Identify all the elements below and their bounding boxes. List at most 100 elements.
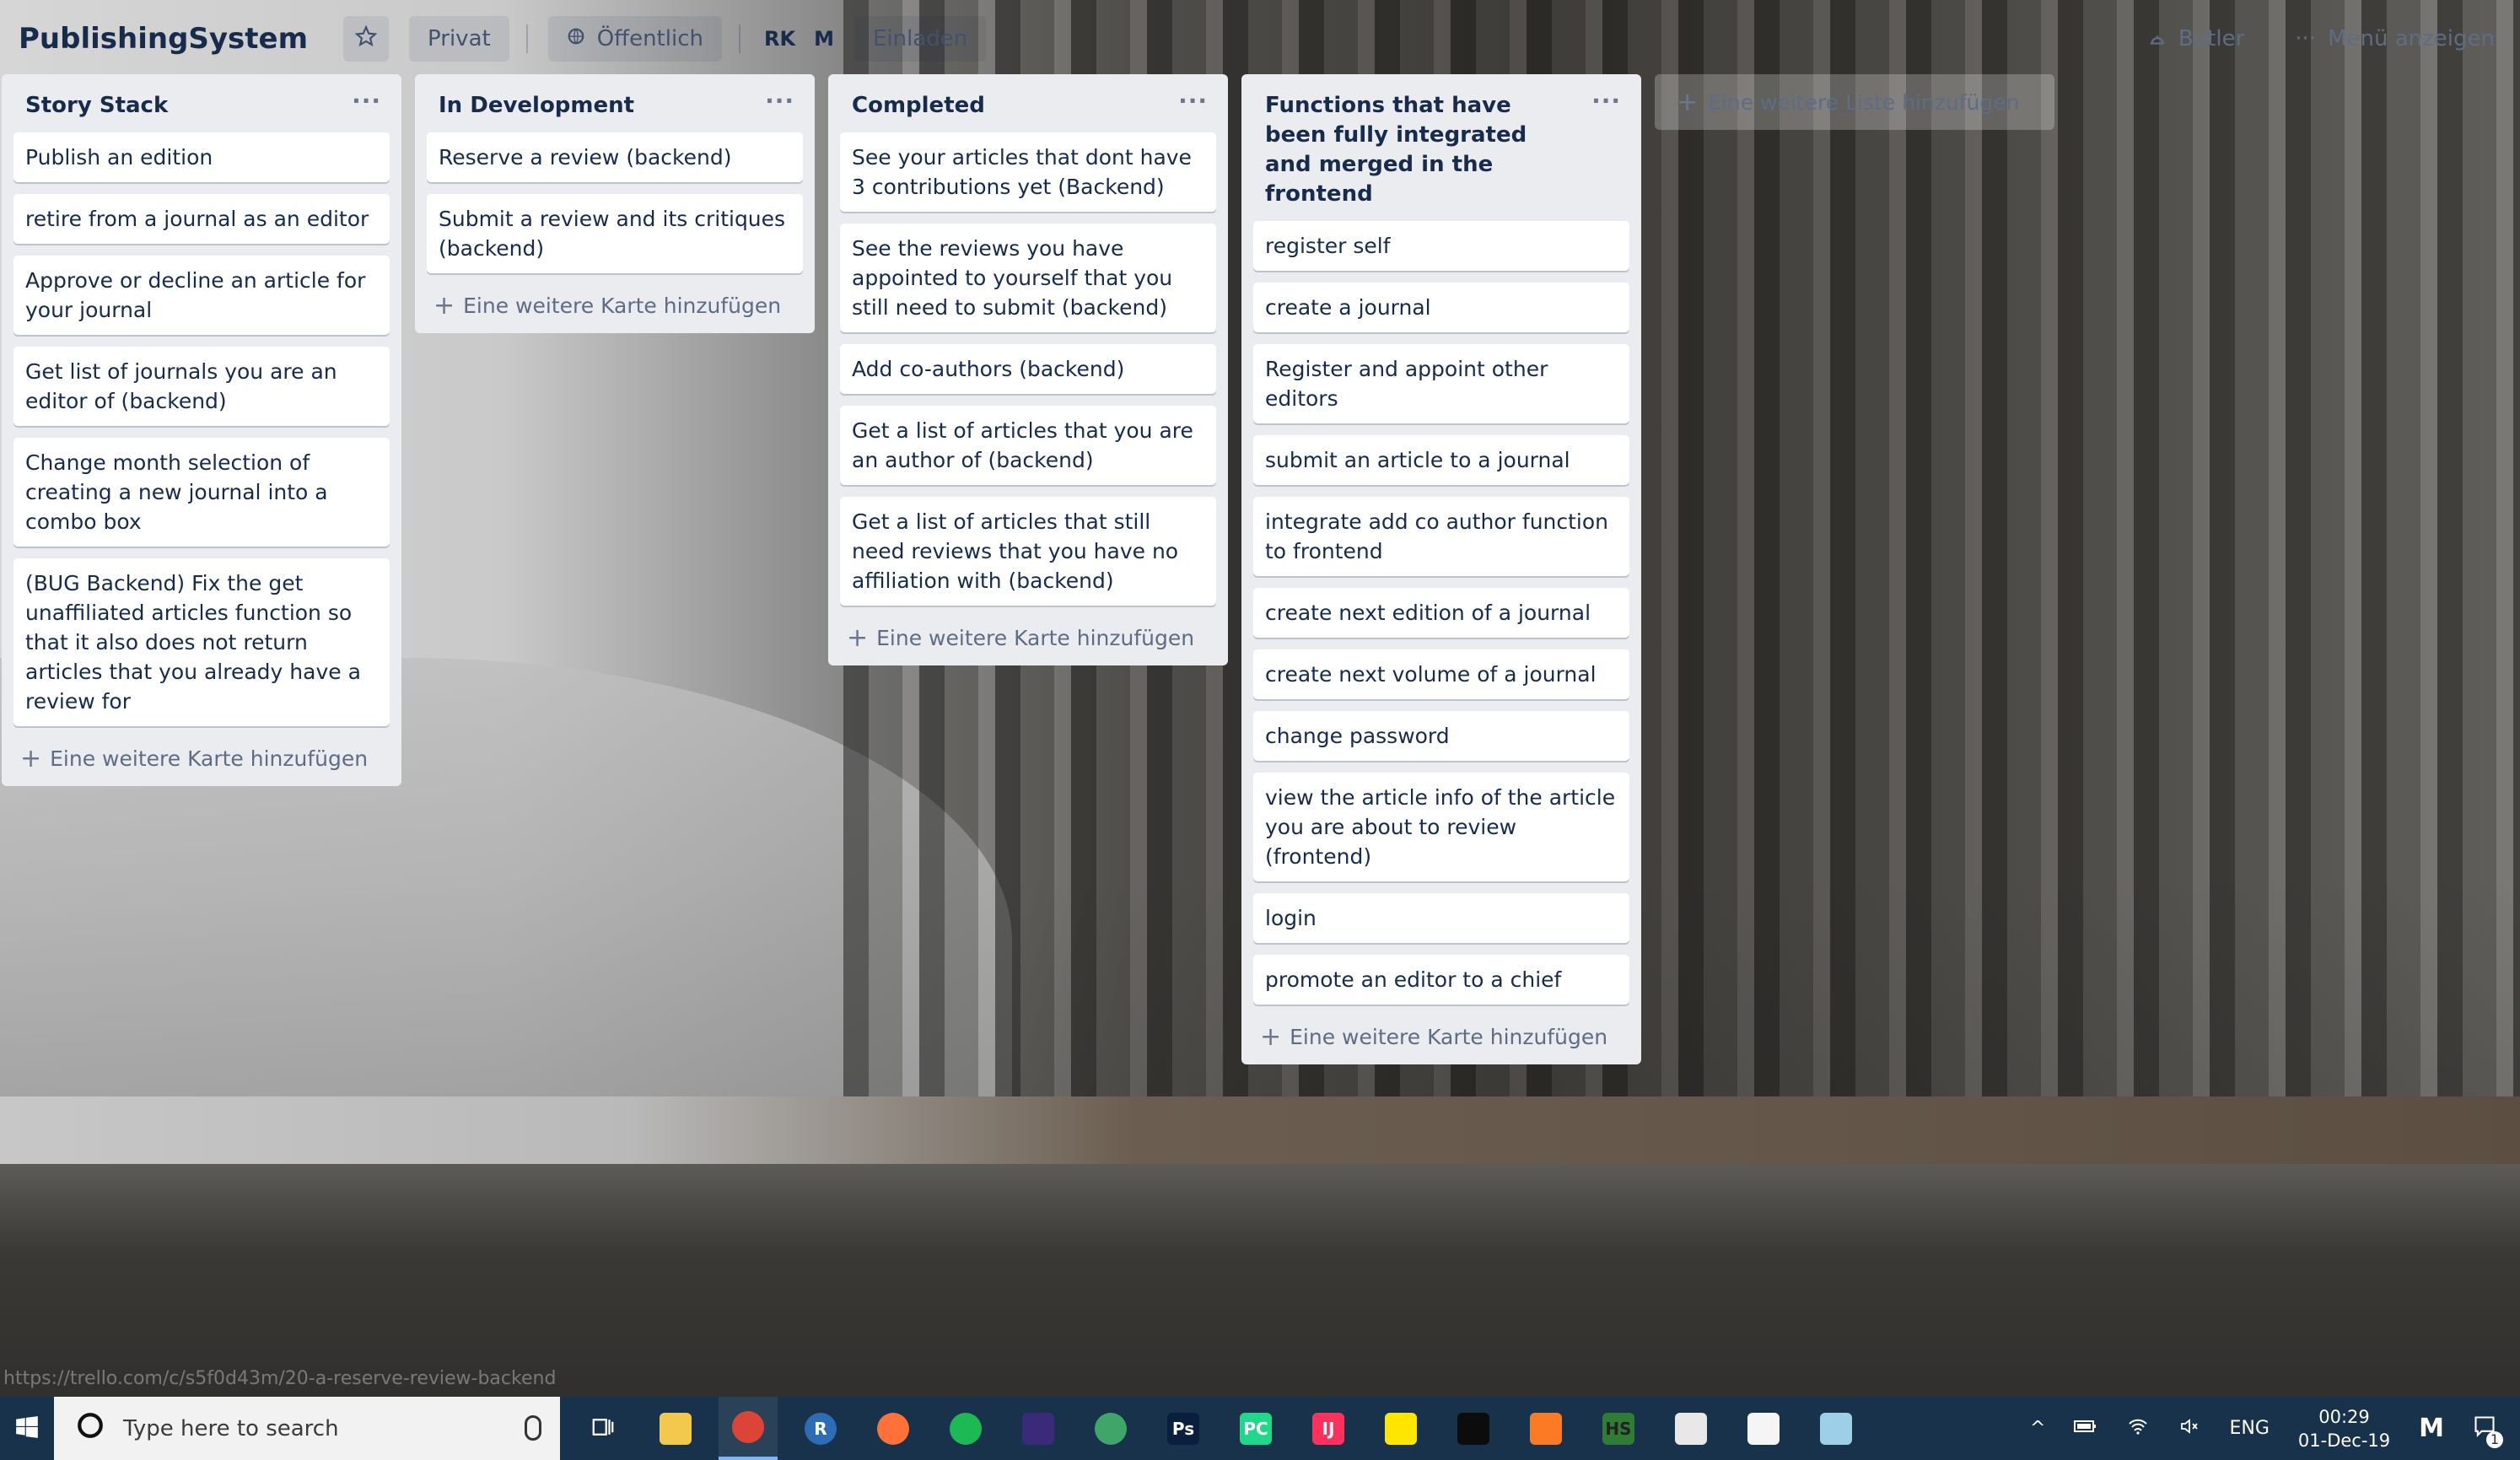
card[interactable]: Approve or decline an article for your j… [13,256,390,335]
task-view-button[interactable] [573,1397,633,1460]
header-divider [525,24,528,53]
add-card-button[interactable]: + Eine weitere Karte hinzufügen [13,738,390,774]
chevron-up-icon[interactable]: ^ [2030,1418,2045,1439]
clock-time: 00:29 [2318,1406,2370,1427]
card[interactable]: Get a list of articles that you are an a… [840,406,1216,485]
notifications-button[interactable]: 1 [2473,1414,2503,1448]
header-divider [738,24,740,53]
card[interactable]: Get a list of articles that still need r… [840,497,1216,606]
invite-button[interactable]: Einladen [853,16,987,62]
clock-date: 01-Dec-19 [2297,1430,2391,1451]
card[interactable]: Submit a review and its critiques (backe… [427,194,803,273]
add-card-button[interactable]: + Eine weitere Karte hinzufügen [427,285,803,321]
butler-button[interactable]: Butler [2148,26,2244,51]
add-list-label: Eine weitere Liste hinzufügen [1708,89,2020,115]
taskbar: Type here to search R Ps PC IJ HS ^ ENG 00:2… [0,1397,2520,1460]
plus-icon: + [1260,1022,1282,1052]
taskbar-app-m-icon[interactable]: M [2419,1414,2444,1443]
background-shore [0,1096,2520,1172]
taskbar-app-button[interactable] [1371,1397,1430,1460]
visibility-public-button[interactable]: Öffentlich [547,16,722,62]
taskbar-app-button[interactable] [1661,1397,1720,1460]
card[interactable]: integrate add co author function to fron… [1253,497,1629,576]
add-list-button[interactable]: + Eine weitere Liste hinzufügen [1655,74,2054,130]
show-menu-label: Menü anzeigen [2328,26,2495,51]
search-placeholder: Type here to search [123,1415,339,1441]
list-title[interactable]: Completed ··· [840,74,1216,132]
list-menu-icon[interactable]: ··· [352,86,381,116]
taskbar-app-button[interactable] [719,1397,778,1460]
wifi-icon[interactable] [2126,1416,2150,1441]
card[interactable]: create next edition of a journal [1253,588,1629,638]
task-view-icon [590,1414,616,1443]
card[interactable]: Publish an edition [13,132,390,182]
list-title-text: In Development [439,93,635,118]
board-header: PublishingSystem Privat Öffentlich RK M … [0,0,2520,78]
card[interactable]: Reserve a review (backend) [427,132,803,182]
list-menu-icon[interactable]: ··· [1178,86,1208,116]
list-completed: Completed ··· See your articles that don… [828,74,1228,665]
list-title[interactable]: Story Stack ··· [13,74,390,132]
add-card-button[interactable]: + Eine weitere Karte hinzufügen [840,617,1216,654]
card[interactable]: create next volume of a journal [1253,649,1629,699]
globe-icon [567,26,585,51]
taskbar-app-button[interactable] [864,1397,923,1460]
start-button[interactable] [0,1397,54,1460]
volume-muted-icon[interactable] [2178,1416,2200,1441]
member-avatars: RK M [764,27,834,51]
taskbar-app-button[interactable] [1516,1397,1575,1460]
taskbar-app-button[interactable] [1444,1397,1503,1460]
taskbar-app-button[interactable] [646,1397,705,1460]
show-menu-button[interactable]: ··· Menü anzeigen [2295,26,2495,51]
taskbar-app-button[interactable] [936,1397,995,1460]
app-window-icon [1820,1412,1852,1445]
card[interactable]: create a journal [1253,283,1629,332]
card[interactable]: Get list of journals you are an editor o… [13,347,390,426]
avatar[interactable]: RK [764,27,795,51]
visibility-private-button[interactable]: Privat [409,16,509,62]
taskbar-app-button[interactable]: PC [1226,1397,1285,1460]
taskbar-app-button[interactable]: IJ [1299,1397,1358,1460]
taskbar-app-button[interactable] [1009,1397,1068,1460]
card[interactable]: Register and appoint other editors [1253,344,1629,423]
card[interactable]: change password [1253,711,1629,761]
list-title[interactable]: Functions that have been fully integrate… [1253,74,1629,221]
card[interactable]: (BUG Backend) Fix the get unaffiliated a… [13,558,390,726]
star-icon [354,24,378,53]
card[interactable]: retire from a journal as an editor [13,194,390,244]
taskbar-app-button[interactable] [1807,1397,1866,1460]
card[interactable]: view the article info of the article you… [1253,773,1629,881]
microphone-icon[interactable] [525,1415,541,1441]
list-menu-icon[interactable]: ··· [1591,86,1621,116]
board-title[interactable]: PublishingSystem [19,22,308,56]
card[interactable]: login [1253,893,1629,943]
card[interactable]: submit an article to a journal [1253,435,1629,485]
list-menu-icon[interactable]: ··· [765,86,794,116]
list-story-stack: Story Stack ··· Publish an edition retir… [2,74,401,786]
battery-icon[interactable] [2074,1418,2097,1439]
taskbar-app-button[interactable]: R [791,1397,850,1460]
taskbar-app-button[interactable] [1081,1397,1140,1460]
list-title[interactable]: In Development ··· [427,74,803,132]
star-button[interactable] [343,16,390,62]
list-title-text: Completed [852,93,985,118]
taskbar-app-button[interactable]: Ps [1154,1397,1213,1460]
card[interactable]: Change month selection of creating a new… [13,438,390,547]
avatar[interactable]: M [814,27,834,51]
add-card-label: Eine weitere Karte hinzufügen [1290,1025,1608,1049]
card[interactable]: See the reviews you have appointed to yo… [840,224,1216,332]
butler-label: Butler [2178,26,2245,51]
card[interactable]: register self [1253,221,1629,271]
r-icon: R [805,1412,837,1445]
language-indicator[interactable]: ENG [2229,1418,2269,1439]
taskbar-app-button[interactable] [1734,1397,1793,1460]
add-card-button[interactable]: + Eine weitere Karte hinzufügen [1253,1016,1629,1053]
list-title-text: Functions that have been fully integrate… [1265,93,1527,207]
taskbar-app-button[interactable]: HS [1589,1397,1648,1460]
card[interactable]: promote an editor to a chief [1253,955,1629,1005]
card[interactable]: See your articles that dont have 3 contr… [840,132,1216,212]
clock[interactable]: 00:29 01-Dec-19 [2298,1405,2390,1452]
taskbar-search[interactable]: Type here to search [54,1397,560,1460]
card[interactable]: Add co-authors (backend) [840,344,1216,394]
photos-icon [1675,1412,1707,1445]
